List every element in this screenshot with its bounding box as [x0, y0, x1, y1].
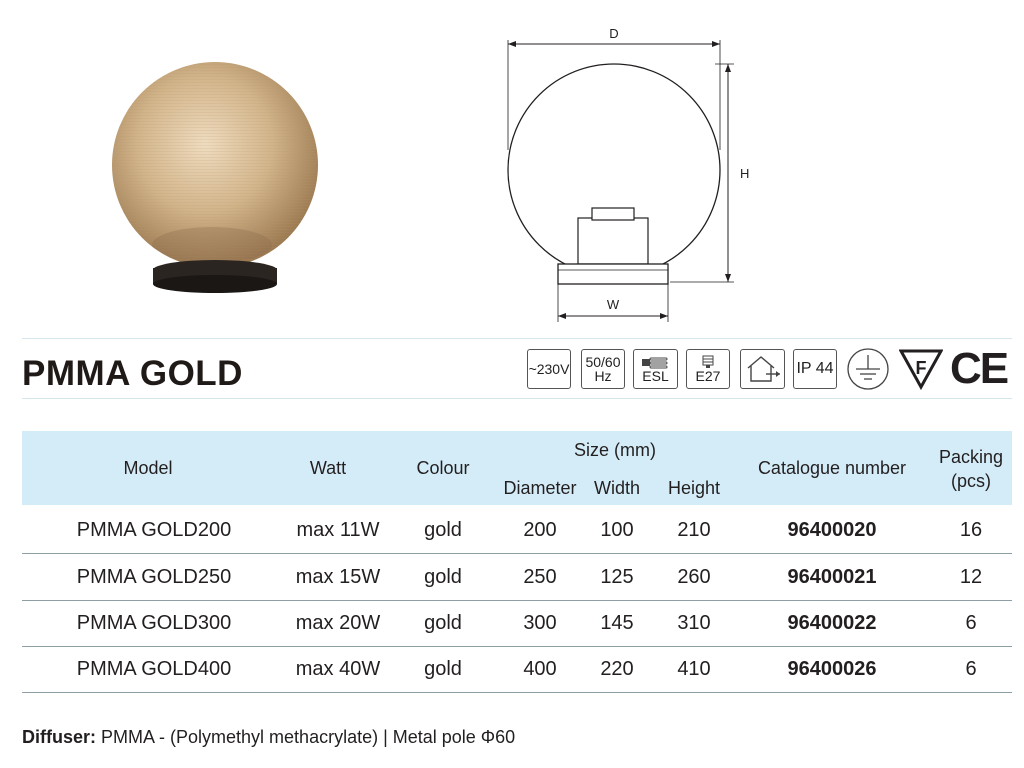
bulb-icon	[641, 356, 671, 369]
header-watt: Watt	[309, 458, 347, 478]
socket-icon	[700, 355, 716, 369]
technical-drawing: D H W	[490, 20, 760, 330]
cell-colour: gold	[424, 519, 462, 541]
band-bottom-line	[22, 398, 1012, 399]
cell-diameter: 400	[523, 658, 557, 680]
frequency-top-label: 50/60	[585, 354, 621, 370]
header-packing-unit: (pcs)	[951, 471, 991, 491]
cell-model: PMMA GOLD400	[76, 658, 232, 680]
product-photo	[100, 40, 330, 310]
header-model: Model	[123, 458, 173, 478]
cell-height: 260	[677, 566, 711, 588]
header-width: Width	[593, 478, 640, 498]
cell-packing: 12	[959, 566, 983, 588]
cell-height: 310	[677, 612, 711, 634]
band-top-line	[22, 338, 1012, 339]
diffuser-note: Diffuser: PMMA - (Polymethyl methacrylat…	[22, 727, 515, 748]
cell-catalogue: 96400022	[787, 612, 877, 634]
cell-diameter: 250	[523, 566, 557, 588]
cell-packing: 6	[965, 612, 977, 634]
socket-label: E27	[695, 368, 721, 384]
header-height: Height	[667, 478, 721, 498]
cell-width: 220	[600, 658, 634, 680]
cell-colour: gold	[424, 658, 462, 680]
table-row: PMMA GOLD200 max 11W gold 200 100 210 96…	[22, 507, 1012, 554]
cell-width: 145	[600, 612, 634, 634]
cell-model: PMMA GOLD250	[76, 566, 232, 588]
table-row: PMMA GOLD300 max 20W gold 300 145 310 96…	[22, 600, 1012, 647]
table-row: PMMA GOLD250 max 15W gold 250 125 260 96…	[22, 554, 1012, 601]
cell-width: 100	[600, 519, 634, 541]
cell-watt: max 11W	[296, 519, 380, 541]
dim-label-h: H	[740, 166, 749, 181]
frequency-bottom-label: Hz	[594, 368, 612, 384]
cell-watt: max 40W	[295, 658, 381, 680]
esl-badge: ESL	[633, 349, 678, 389]
cell-model: PMMA GOLD300	[76, 612, 232, 634]
diffuser-label: Diffuser:	[22, 727, 97, 747]
voltage-label: ~230V	[528, 361, 570, 377]
f-mark-label: F	[916, 358, 927, 378]
diffuser-text: PMMA - (Polymethyl methacrylate) | Metal…	[96, 727, 516, 747]
header-size: Size (mm)	[574, 440, 656, 460]
cell-colour: gold	[424, 566, 462, 588]
cell-height: 210	[677, 519, 711, 541]
outdoor-badge	[740, 349, 785, 389]
dim-label-d: D	[609, 26, 618, 41]
cell-watt: max 15W	[295, 566, 381, 588]
socket-badge: E27	[686, 349, 730, 389]
ce-mark-icon: CE	[950, 344, 1009, 393]
cell-catalogue: 96400026	[787, 658, 877, 680]
cell-watt: max 20W	[295, 612, 381, 634]
cell-packing: 6	[965, 658, 977, 680]
cell-catalogue: 96400021	[787, 566, 877, 588]
ip-badge: IP 44	[793, 349, 837, 389]
voltage-badge: ~230V	[527, 349, 571, 389]
cell-catalogue: 96400020	[787, 519, 877, 541]
house-icon	[744, 354, 782, 384]
cell-colour: gold	[424, 612, 462, 634]
header-catalogue: Catalogue number	[757, 458, 907, 478]
header-packing: Packing	[938, 447, 1004, 467]
header-colour: Colour	[416, 458, 470, 478]
ground-icon	[846, 347, 890, 391]
cell-width: 125	[600, 566, 634, 588]
cell-height: 410	[677, 658, 711, 680]
header-diameter: Diameter	[503, 478, 577, 498]
ip-label: IP 44	[796, 360, 834, 377]
f-mark-icon: F	[898, 347, 944, 391]
cell-packing: 16	[959, 519, 983, 541]
frequency-badge: 50/60 Hz	[581, 349, 625, 389]
dim-label-w: W	[607, 297, 620, 312]
cell-model: PMMA GOLD200	[76, 519, 232, 541]
cell-diameter: 300	[523, 612, 557, 634]
page-title: PMMA GOLD	[22, 354, 243, 393]
cell-diameter: 200	[523, 519, 557, 541]
esl-label: ESL	[642, 367, 669, 384]
table-row: PMMA GOLD400 max 40W gold 400 220 410 96…	[22, 646, 1012, 693]
